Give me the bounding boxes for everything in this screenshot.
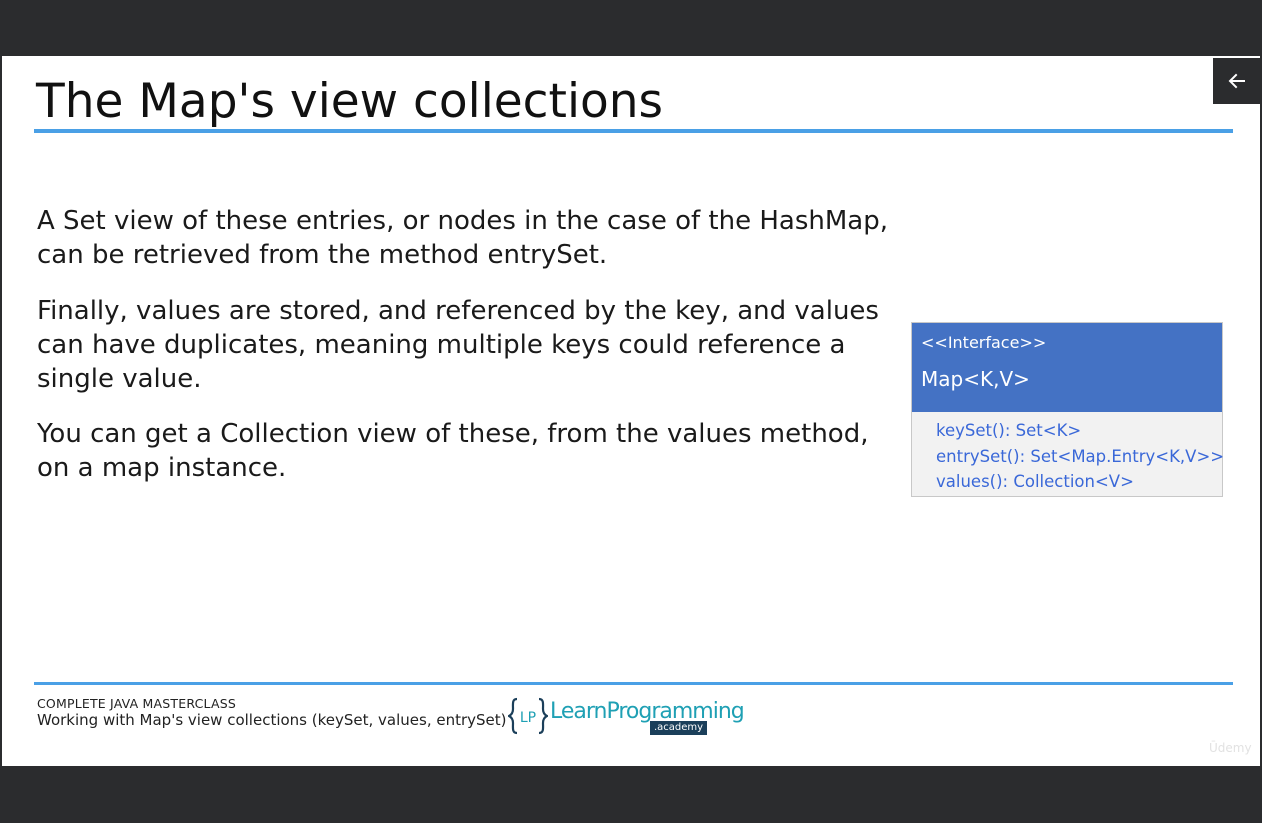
- uml-method-entryset: entrySet(): Set<Map.Entry<K,V>>: [936, 446, 1225, 466]
- back-button[interactable]: [1213, 58, 1261, 104]
- uml-stereotype: <<Interface>>: [921, 333, 1047, 352]
- video-bottom-bar: [0, 766, 1262, 823]
- title-divider: [34, 129, 1233, 133]
- uml-header: <<Interface>> Map<K,V>: [912, 323, 1222, 412]
- uml-method-keyset: keySet(): Set<K>: [936, 421, 1082, 440]
- arrow-left-icon: [1228, 73, 1245, 89]
- logo-wordmark: LearnProgramming: [550, 699, 745, 724]
- uml-class-name: Map<K,V>: [921, 367, 1030, 391]
- course-name: COMPLETE JAVA MASTERCLASS: [37, 696, 237, 711]
- paragraph-entryset: A Set view of these entries, or nodes in…: [37, 206, 888, 270]
- slide-title: The Map's view collections: [36, 74, 664, 129]
- footer-divider: [34, 682, 1233, 685]
- uml-method-values: values(): Collection<V>: [936, 472, 1134, 491]
- lecture-title: Working with Map's view collections (key…: [37, 711, 507, 729]
- learnprogramming-logo: LP LearnProgramming .academy: [508, 694, 745, 740]
- paragraph-values: Finally, values are stored, and referenc…: [37, 296, 879, 394]
- paragraph-collection-view: You can get a Collection view of these, …: [37, 419, 869, 483]
- uml-class-box: <<Interface>> Map<K,V> keySet(): Set<K> …: [911, 322, 1225, 497]
- udemy-watermark: Ūdemy: [1209, 741, 1252, 755]
- logo-academy-tag: .academy: [650, 721, 708, 735]
- lp-brace-logo-icon: LP: [508, 697, 548, 735]
- uml-methods: keySet(): Set<K> entrySet(): Set<Map.Ent…: [912, 412, 1225, 495]
- svg-text:LP: LP: [520, 710, 536, 726]
- video-top-bar: [0, 0, 1262, 56]
